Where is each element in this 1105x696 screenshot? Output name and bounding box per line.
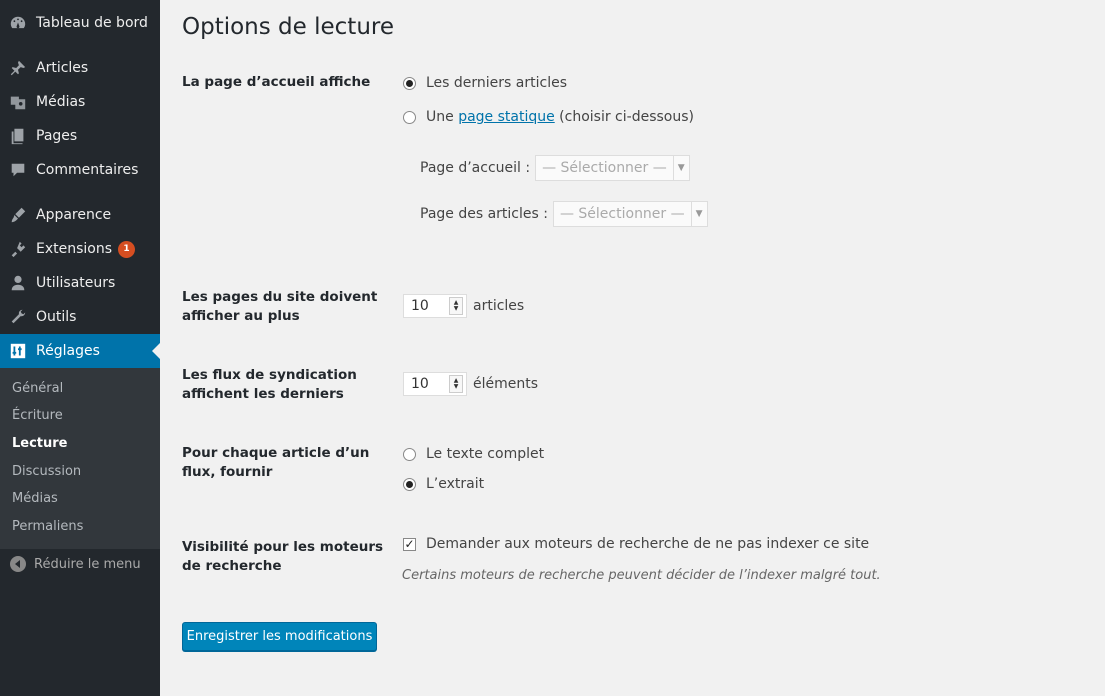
pages-icon	[0, 127, 36, 145]
discourage-indexing-checkbox[interactable]: ✓	[403, 537, 416, 551]
menu-label: Utilisateurs	[36, 275, 116, 291]
spinner-arrows-icon[interactable]: ▲ ▼	[449, 297, 463, 315]
spinner-arrows-icon[interactable]: ▲ ▼	[449, 375, 463, 393]
menu-item-articles[interactable]: Articles	[0, 51, 160, 85]
menu-item-settings[interactable]: Réglages	[0, 334, 160, 368]
submenu-item-general[interactable]: Général	[12, 381, 63, 396]
feed-content-label: Pour chaque article d’un flux, fournir	[182, 445, 370, 480]
menu-item-comments[interactable]: Commentaires	[0, 153, 160, 187]
chevron-down-icon: ▼	[690, 202, 707, 226]
collapse-label: Réduire le menu	[34, 556, 141, 572]
posts-per-page-input[interactable]: 10 ▲ ▼	[403, 294, 467, 318]
posts-page-select-row: Page des articles : — Sélectionner — ▼	[420, 201, 708, 227]
menu-item-media[interactable]: Médias	[0, 85, 160, 119]
homepage-select-value: — Sélectionner —	[542, 160, 667, 176]
menu-label: Articles	[36, 60, 89, 76]
menu-label: Apparence	[36, 207, 112, 223]
option-full-text-label: Le texte complet	[426, 446, 545, 462]
feed-items-label: Les flux de syndication affichent les de…	[182, 367, 357, 402]
chevron-down-icon: ▼	[672, 156, 689, 180]
option-excerpt-label: L’extrait	[426, 476, 485, 492]
homepage-select-row: Page d’accueil : — Sélectionner — ▼	[420, 155, 690, 181]
visibility-label: Visibilité pour les moteurs de recherche	[182, 539, 384, 574]
dashboard-icon	[0, 14, 36, 32]
save-changes-button[interactable]: Enregistrer les modifications	[182, 622, 377, 651]
menu-label: Extensions	[36, 241, 113, 257]
menu-item-pages[interactable]: Pages	[0, 119, 160, 153]
menu-item-users[interactable]: Utilisateurs	[0, 266, 160, 300]
submenu-item-writing[interactable]: Écriture	[12, 408, 63, 423]
radio-static-page[interactable]	[403, 110, 416, 124]
menu-label: Outils	[36, 309, 77, 325]
option-full-text[interactable]: Le texte complet	[403, 446, 544, 462]
posts-per-page-row: 10 ▲ ▼ articles	[403, 294, 524, 318]
option-latest-posts-label: Les derniers articles	[426, 75, 568, 91]
homepage-select[interactable]: — Sélectionner — ▼	[535, 155, 690, 181]
option-excerpt[interactable]: L’extrait	[403, 476, 484, 492]
user-icon	[0, 274, 36, 292]
submenu-item-media[interactable]: Médias	[12, 491, 58, 506]
settings-icon	[0, 342, 36, 360]
posts-page-select-value: — Sélectionner —	[559, 206, 685, 222]
static-page-link[interactable]: page statique	[458, 109, 555, 125]
feed-items-row: 10 ▲ ▼ éléments	[403, 372, 538, 396]
posts-per-page-unit: articles	[473, 298, 525, 314]
posts-page-select-label: Page des articles :	[420, 206, 548, 222]
collapse-arrow-icon	[10, 556, 26, 572]
page-title: Options de lecture	[182, 14, 394, 40]
option-static-prefix: Une	[426, 109, 454, 125]
collapse-menu-button[interactable]: Réduire le menu	[10, 556, 141, 572]
feed-items-input[interactable]: 10 ▲ ▼	[403, 372, 467, 396]
menu-item-appearance[interactable]: Apparence	[0, 198, 160, 232]
submenu-item-permalinks[interactable]: Permaliens	[12, 519, 83, 534]
media-icon	[0, 93, 36, 111]
menu-label: Réglages	[36, 343, 100, 359]
posts-per-page-value: 10	[411, 298, 429, 314]
menu-label: Commentaires	[36, 162, 139, 178]
radio-excerpt[interactable]	[403, 477, 416, 491]
brush-icon	[0, 206, 36, 224]
update-count-badge: 1	[118, 240, 136, 258]
homepage-select-label: Page d’accueil :	[420, 160, 531, 176]
wrench-icon	[0, 308, 36, 326]
feed-items-unit: éléments	[473, 376, 539, 392]
discourage-indexing-label: Demander aux moteurs de recherche de ne …	[426, 536, 870, 552]
menu-label: Médias	[36, 94, 86, 110]
front-page-label: La page d’accueil affiche	[182, 74, 371, 90]
submenu-item-discussion[interactable]: Discussion	[12, 464, 81, 479]
option-latest-posts[interactable]: Les derniers articles	[403, 75, 567, 91]
menu-item-extensions[interactable]: Extensions 1	[0, 232, 160, 266]
pin-icon	[0, 59, 36, 77]
radio-latest-posts[interactable]	[403, 76, 416, 90]
menu-item-tools[interactable]: Outils	[0, 300, 160, 334]
option-discourage-indexing[interactable]: ✓ Demander aux moteurs de recherche de n…	[403, 536, 869, 552]
option-static-suffix: (choisir ci-dessous)	[559, 109, 694, 125]
posts-page-select[interactable]: — Sélectionner — ▼	[552, 201, 708, 227]
menu-item-dashboard[interactable]: Tableau de bord	[0, 6, 160, 40]
menu-label: Pages	[36, 128, 78, 144]
radio-full-text[interactable]	[403, 447, 416, 461]
visibility-description: Certains moteurs de recherche peuvent dé…	[402, 568, 881, 583]
option-static-page[interactable]: Une page statique (choisir ci-dessous)	[403, 109, 694, 125]
submenu-item-reading[interactable]: Lecture	[12, 436, 68, 451]
menu-label: Tableau de bord	[36, 15, 148, 31]
plugin-icon	[0, 240, 36, 258]
settings-submenu: Général Écriture Lecture Discussion Médi…	[0, 368, 160, 549]
admin-sidebar: Tableau de bord Articles Médias Pages Co…	[0, 0, 160, 696]
posts-per-page-label: Les pages du site doivent afficher au pl…	[182, 289, 378, 324]
feed-items-value: 10	[411, 376, 429, 392]
comment-icon	[0, 161, 36, 179]
